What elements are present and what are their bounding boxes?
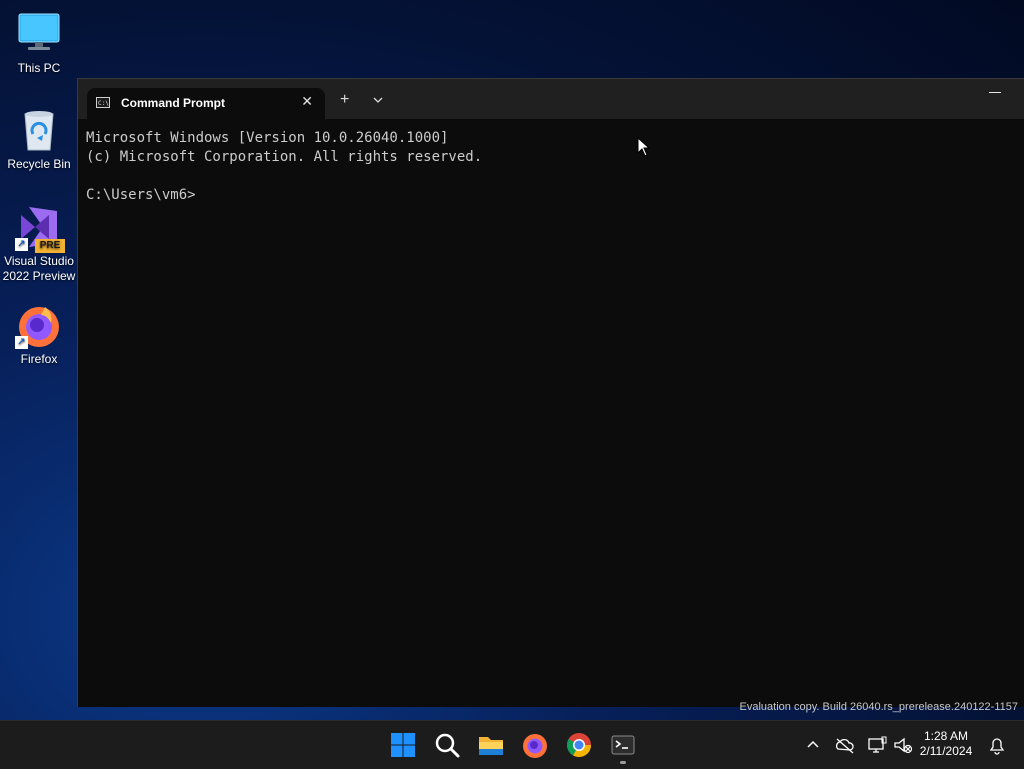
shortcut-arrow-icon: ↗ <box>15 238 28 251</box>
new-tab-button[interactable]: + <box>340 91 349 109</box>
notifications-button[interactable] <box>986 733 1008 757</box>
taskbar: 1:28 AM 2/11/2024 <box>0 720 1024 769</box>
desktop-icon-firefox[interactable]: ↗ Firefox <box>2 301 76 367</box>
clock-date: 2/11/2024 <box>919 744 973 758</box>
evaluation-watermark: Evaluation copy. Build 26040.rs_prerelea… <box>739 701 1018 713</box>
bell-icon <box>989 738 1005 755</box>
desktop-icon-label: This PC <box>17 61 61 75</box>
terminal-window: C:\ Command Prompt ✕ + Microsoft Windows… <box>77 78 1024 707</box>
onedrive-tray-button[interactable] <box>834 733 856 757</box>
desktop-icon-label: Visual Studio 2022 Preview <box>2 254 76 283</box>
desktop-icon-recycle-bin[interactable]: Recycle Bin <box>2 106 76 172</box>
firefox-taskbar-button[interactable] <box>521 731 549 759</box>
tab-title: Command Prompt <box>121 96 226 110</box>
close-tab-button[interactable]: ✕ <box>301 93 313 110</box>
console-output[interactable]: Microsoft Windows [Version 10.0.26040.10… <box>86 129 1015 697</box>
firefox-icon: ↗ <box>15 301 63 349</box>
visual-studio-icon: PRE ↗ <box>15 203 65 253</box>
firefox-icon <box>523 734 547 758</box>
windows-logo-icon <box>391 733 415 757</box>
console-line: (c) Microsoft Corporation. All rights re… <box>86 149 483 165</box>
desktop-icon-this-pc[interactable]: This PC <box>2 10 76 76</box>
mouse-pointer-icon <box>637 136 651 157</box>
pre-badge: PRE <box>35 239 65 253</box>
search-button[interactable] <box>433 731 461 759</box>
desktop-icon-label: Recycle Bin <box>7 157 71 171</box>
minimize-button[interactable] <box>989 92 1001 93</box>
cloud-offline-icon <box>835 738 854 754</box>
title-bar[interactable]: C:\ Command Prompt ✕ + <box>78 79 1024 119</box>
tab-dropdown-button[interactable] <box>371 93 385 107</box>
console-line: Microsoft Windows [Version 10.0.26040.10… <box>86 130 449 146</box>
chevron-up-icon <box>807 740 819 748</box>
terminal-icon <box>611 735 635 755</box>
folder-icon <box>479 737 503 755</box>
recycle-bin-icon <box>15 106 63 154</box>
terminal-taskbar-button[interactable] <box>609 731 637 759</box>
console-prompt: C:\Users\vm6> <box>86 187 196 203</box>
start-button[interactable] <box>389 731 417 759</box>
shortcut-arrow-icon: ↗ <box>15 336 28 349</box>
command-prompt-icon: C:\ <box>96 97 110 108</box>
clock[interactable]: 1:28 AM 2/11/2024 <box>911 729 981 759</box>
search-icon <box>435 733 460 758</box>
chrome-icon <box>566 733 591 758</box>
show-hidden-icons-button[interactable] <box>803 733 823 757</box>
active-app-indicator <box>620 761 626 764</box>
clock-time: 1:28 AM <box>923 729 969 743</box>
file-explorer-button[interactable] <box>477 731 505 759</box>
monitor-icon <box>15 10 63 58</box>
network-icon <box>868 736 887 753</box>
tab-command-prompt[interactable]: C:\ Command Prompt ✕ <box>87 88 325 119</box>
chrome-taskbar-button[interactable] <box>565 731 593 759</box>
chevron-down-icon <box>373 97 383 103</box>
desktop-icon-visual-studio[interactable]: PRE ↗ Visual Studio 2022 Preview <box>2 203 76 284</box>
desktop-icon-label: Firefox <box>20 352 58 366</box>
network-tray-button[interactable] <box>866 733 888 757</box>
